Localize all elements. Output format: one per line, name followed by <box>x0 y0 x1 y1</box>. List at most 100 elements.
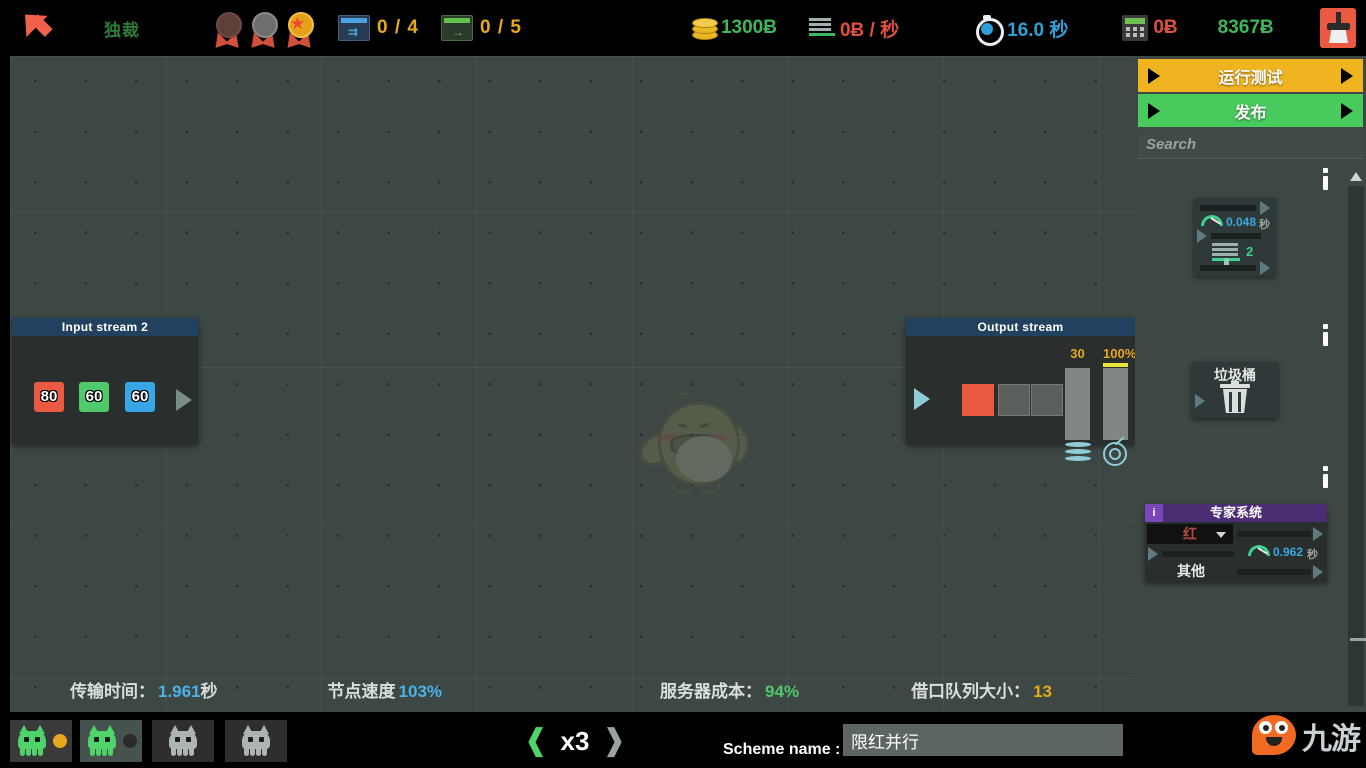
play-icon[interactable] <box>1260 201 1270 215</box>
color-filter-dropdown[interactable]: 红 <box>1147 524 1233 544</box>
input-stream-node[interactable]: Input stream 2 80 60 60 <box>12 318 198 444</box>
thread-slider-handle[interactable] <box>1224 258 1229 265</box>
thread-count-value: 2 <box>1246 244 1254 259</box>
target-icon <box>1103 436 1127 466</box>
play-left-icon <box>1148 102 1160 119</box>
speed-decrease-button[interactable]: ❰ <box>523 726 548 756</box>
broom-icon[interactable] <box>1320 8 1356 48</box>
cost-indicator: 0Ƀ <box>1122 15 1178 41</box>
node-graph-canvas[interactable]: Input stream 2 80 60 60 Output stream 30… <box>10 56 1135 712</box>
scheme-tab-3[interactable] <box>152 720 214 762</box>
money-indicator: 1300Ƀ <box>691 16 777 40</box>
packet-chip[interactable]: 60 <box>79 382 109 412</box>
palette-scrollbar[interactable] <box>1346 168 1366 712</box>
info-dot-body <box>1323 474 1328 488</box>
scheme-tab-4[interactable] <box>225 720 287 762</box>
info-badge[interactable]: i <box>1145 504 1163 522</box>
output-slot[interactable] <box>1031 384 1063 416</box>
cat-icon <box>88 725 116 756</box>
top-status-bar: 独裁 ★ ⇉ 0 / 4 → 0 / 5 1300Ƀ 0Ƀ / 秒 16.0 秒… <box>0 0 1366 56</box>
expert-system-card[interactable]: i 专家系统 红 0.962 秒 其他 <box>1145 504 1327 582</box>
scheme-tab-2[interactable] <box>80 720 142 762</box>
info-icon[interactable] <box>1321 168 1331 192</box>
stat-label: 传输时间： <box>70 681 155 701</box>
palette-item-expert-system[interactable]: i 专家系统 红 0.962 秒 其他 <box>1135 450 1349 640</box>
rate-indicator: 0Ƀ / 秒 <box>808 15 899 42</box>
speed-value: x3 <box>560 725 590 756</box>
counter-value-1: 0 / 4 <box>377 17 419 38</box>
output-stream-node[interactable]: Output stream 30 100% <box>906 318 1135 466</box>
play-icon[interactable] <box>1197 229 1207 243</box>
bronze-medal-icon <box>210 10 244 48</box>
back-arrow-icon[interactable] <box>14 3 54 48</box>
play-icon[interactable] <box>914 388 930 410</box>
key <box>1140 27 1145 31</box>
leg <box>32 747 37 756</box>
gold-medal-icon: ★ <box>282 10 316 48</box>
scheme-name-input[interactable]: 限红并行 <box>843 724 1123 756</box>
processor-time-unit: 秒 <box>1259 219 1270 231</box>
play-icon[interactable] <box>1195 394 1205 408</box>
play-icon[interactable] <box>1148 547 1158 561</box>
stat-value: 1.961 <box>158 681 201 701</box>
run-test-button[interactable]: 运行测试 <box>1138 59 1363 92</box>
play-icon[interactable] <box>176 389 192 411</box>
palette-item-processor[interactable]: 0.048 秒 2 <box>1135 160 1349 290</box>
play-icon[interactable] <box>1260 261 1270 275</box>
leg <box>177 747 182 756</box>
publish-button[interactable]: 发布 <box>1138 94 1363 127</box>
output-node-title: Output stream <box>906 318 1135 336</box>
info-dot-body <box>1323 176 1328 190</box>
processor-time-value: 0.048 <box>1226 215 1257 229</box>
key <box>1140 33 1145 37</box>
scheme-name-label: Scheme name : <box>723 741 841 758</box>
counter-input-streams: ⇉ 0 / 4 <box>338 15 419 41</box>
mascot-foot-right <box>700 483 720 494</box>
timer-indicator: 16.0 秒 <box>975 15 1068 46</box>
counter-output-streams: → 0 / 5 <box>440 15 522 41</box>
green-sheet-icon: → <box>440 15 473 41</box>
chevron-up-icon[interactable] <box>1350 172 1362 181</box>
scrollbar-thumb[interactable] <box>1350 638 1366 641</box>
scrollbar-track[interactable] <box>1348 186 1366 706</box>
cat-eye-left <box>94 737 99 742</box>
blob-pupil-right <box>1279 725 1285 731</box>
search-input[interactable]: Search <box>1138 130 1363 159</box>
output-slot[interactable] <box>962 384 994 416</box>
key <box>1126 33 1131 37</box>
key <box>1126 27 1131 31</box>
cat-icon <box>169 725 197 756</box>
packet-chip[interactable]: 60 <box>125 382 155 412</box>
cat-eye-right <box>35 737 40 742</box>
sheet-header <box>443 18 470 23</box>
processor-node-card[interactable]: 0.048 秒 2 <box>1194 198 1276 276</box>
play-right-icon <box>1341 102 1353 119</box>
coin <box>691 18 718 28</box>
line <box>1212 248 1238 251</box>
speed-increase-button[interactable]: ❱ <box>601 726 626 756</box>
stat-node-speed: 节点速度 103% <box>328 677 442 702</box>
cat-icon <box>18 725 46 756</box>
chevron-down-icon <box>1216 532 1226 538</box>
leg <box>250 747 255 756</box>
packet-chip[interactable]: 80 <box>34 382 64 412</box>
dropdown-value: 红 <box>1183 526 1197 542</box>
leg <box>183 747 188 756</box>
bin-rib <box>1238 392 1241 412</box>
play-icon[interactable] <box>1313 527 1323 541</box>
sheet-header <box>341 18 367 23</box>
scheme-tab-1[interactable] <box>10 720 72 762</box>
info-icon[interactable] <box>1321 466 1331 490</box>
play-icon[interactable] <box>1313 565 1323 579</box>
trash-node-card[interactable]: 垃圾桶 <box>1192 362 1278 418</box>
bird-mascot-watermark <box>634 392 755 494</box>
output-slot[interactable] <box>998 384 1030 416</box>
palette-item-trash[interactable]: 垃圾桶 <box>1135 310 1349 420</box>
info-icon[interactable] <box>1321 324 1331 348</box>
mascot-foot-left <box>672 483 692 494</box>
gauge-bar <box>1065 368 1090 440</box>
expert-time-value: 0.962 <box>1273 545 1304 559</box>
blue-sheet-icon: ⇉ <box>338 15 370 41</box>
cat-eye-right <box>105 737 110 742</box>
medal-disc <box>252 12 278 38</box>
